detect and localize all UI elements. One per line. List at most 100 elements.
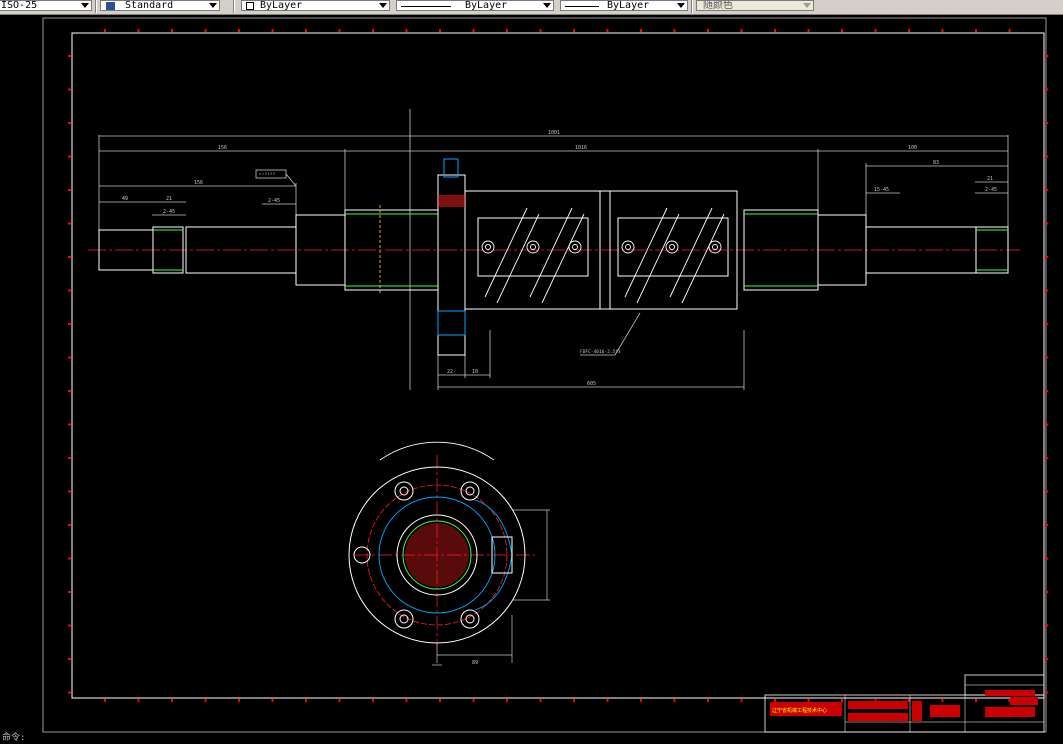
frame-tick: [68, 691, 71, 694]
dim-right-small: 15-45: [874, 187, 889, 193]
frame-tick: [372, 699, 374, 702]
frame-tick: [338, 699, 341, 702]
dim-right-journal: 83: [933, 160, 939, 166]
frame-tick: [171, 699, 173, 702]
textstyle-dropdown[interactable]: Standard: [100, 0, 220, 11]
frame-tick: [908, 699, 910, 702]
lineweight-dropdown[interactable]: ByLayer: [560, 0, 688, 11]
dim-right-tip: 21: [987, 176, 993, 182]
lineweight-preview-icon: [565, 6, 599, 7]
frame-tick: [1045, 624, 1048, 627]
frame-tick: [238, 29, 240, 32]
section-note: ᵖᵒ⁰¹⁰⁰: [259, 172, 276, 178]
nut-balls: [481, 207, 725, 304]
linetype-value: ByLayer: [465, 0, 508, 11]
frame-tick: [68, 55, 71, 57]
chevron-down-icon: [803, 3, 811, 8]
frame-tick: [137, 29, 140, 32]
dim-thread: 1016: [575, 145, 587, 151]
frame-tick: [68, 457, 71, 459]
frame-tick: [1045, 88, 1048, 91]
frame-tick: [405, 699, 408, 702]
linetype-preview-icon: [401, 6, 451, 7]
part-callout: FDFC-4016-2.5*3: [580, 349, 621, 355]
frame-tick: [640, 699, 642, 702]
frame-tick: [271, 29, 274, 32]
frame-tick: [740, 699, 743, 702]
frame-tick: [740, 29, 743, 32]
frame-tick: [774, 699, 776, 702]
frame-tick: [472, 699, 475, 702]
frame-tick: [1045, 557, 1048, 560]
frame-tick: [506, 699, 508, 702]
frame-tick: [171, 29, 173, 32]
nut-flange: [437, 174, 738, 356]
textstyle-value: Standard: [125, 0, 174, 11]
plotstyle-dropdown: 随颜色: [696, 0, 814, 11]
title-block: 辽宁省机械工程技术中心: [764, 674, 1045, 733]
dim-flange-gap: 10: [472, 369, 478, 375]
toolbar-separator: [691, 0, 693, 13]
frame-tick: [338, 29, 341, 32]
frame-tick: [640, 29, 642, 32]
chevron-down-icon[interactable]: [81, 3, 89, 8]
frame-tick: [68, 256, 71, 258]
frame-tick: [68, 356, 71, 359]
frame-tick: [506, 29, 508, 32]
frame-tick: [841, 699, 843, 702]
command-line[interactable]: 命令:: [2, 730, 25, 743]
frame-tick: [204, 29, 207, 32]
frame-tick: [305, 29, 307, 32]
text-style-icon: [105, 1, 116, 10]
frame-tick: [271, 699, 274, 702]
frame-tick: [305, 699, 307, 702]
frame-tick: [1045, 323, 1048, 325]
drawing-canvas[interactable]: 1001 156 1016 100 83 156 49 21 2-45 15-4…: [0, 15, 1063, 744]
plotstyle-value: 随颜色: [703, 0, 733, 11]
frame-tick: [68, 88, 71, 91]
frame-tick: [941, 29, 944, 32]
frame-tick: [472, 29, 475, 32]
dim-right-chamfer: 2-45: [985, 187, 997, 193]
frame-tick: [68, 222, 71, 225]
dim-chamfer: 2-45: [163, 209, 175, 215]
frame-tick: [1045, 691, 1048, 694]
frame-tick: [68, 122, 71, 124]
frame-tick: [1045, 155, 1048, 158]
linetype-dropdown[interactable]: ByLayer: [396, 0, 554, 11]
frame-tick: [68, 624, 71, 627]
frame-tick: [68, 490, 71, 493]
dimstyle-dropdown[interactable]: ISO-25: [0, 0, 92, 11]
dim-flange: 22: [447, 369, 453, 375]
frame-tick: [68, 423, 71, 426]
toolbar-separator: [233, 0, 235, 13]
dimstyle-value: ISO-25: [1, 0, 38, 11]
chevron-down-icon[interactable]: [209, 3, 217, 8]
toolbar-separator: [95, 0, 97, 13]
frame-tick: [539, 699, 542, 702]
color-value: ByLayer: [260, 0, 303, 11]
frame-tick: [1008, 29, 1011, 32]
chevron-down-icon[interactable]: [379, 3, 387, 8]
frame-tick: [841, 29, 843, 32]
frame-tick: [68, 189, 71, 191]
chevron-down-icon[interactable]: [677, 3, 685, 8]
color-dropdown[interactable]: ByLayer: [241, 0, 390, 11]
frame-tick: [1045, 189, 1048, 191]
lineweight-value: ByLayer: [607, 0, 650, 11]
frame-tick: [606, 699, 609, 702]
frame-tick: [1045, 289, 1048, 292]
frame-tick: [975, 699, 977, 702]
frame-tick: [1045, 490, 1048, 493]
frame-tick: [439, 29, 441, 32]
frame-tick: [68, 557, 71, 560]
frame-tick: [1045, 122, 1048, 124]
frame-tick: [975, 29, 977, 32]
frame-tick: [1045, 423, 1048, 426]
frame-tick: [673, 699, 676, 702]
frame-tick: [606, 29, 609, 32]
frame-tick: [807, 699, 810, 702]
frame-tick: [1045, 256, 1048, 258]
frame-tick: [104, 699, 106, 702]
chevron-down-icon[interactable]: [543, 3, 551, 8]
